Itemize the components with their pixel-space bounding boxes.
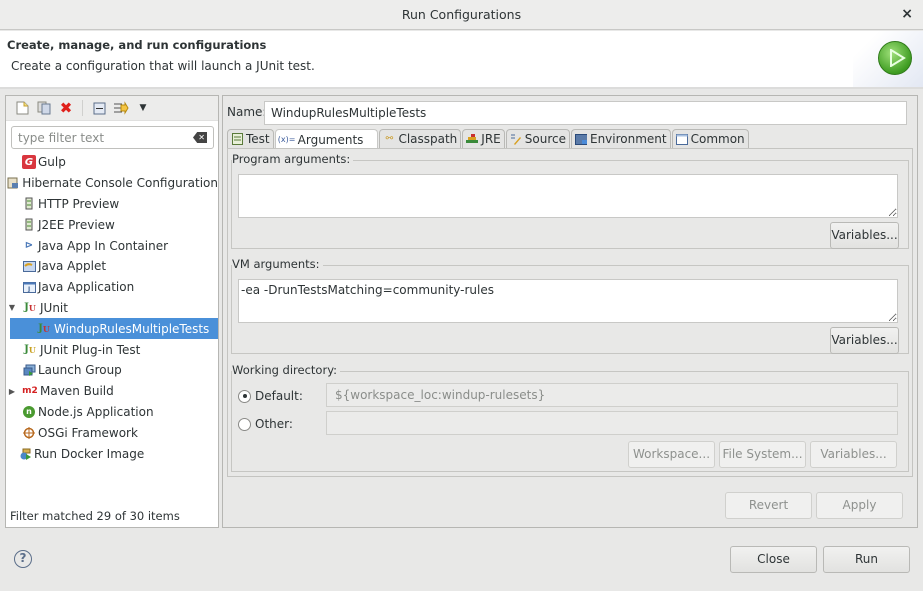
docker-icon — [18, 447, 32, 461]
default-radio[interactable] — [238, 389, 251, 403]
java-app-icon: J — [22, 280, 36, 294]
default-label: Default: — [255, 389, 303, 403]
name-input[interactable] — [264, 101, 907, 125]
duplicate-icon[interactable] — [36, 100, 52, 116]
header-description: Create a configuration that will launch … — [11, 59, 315, 73]
tree-item-gulp[interactable]: G Gulp — [6, 152, 218, 173]
applet-icon — [22, 259, 36, 273]
tab-common[interactable]: Common — [671, 129, 749, 148]
svg-text:J: J — [27, 286, 30, 293]
other-directory-option[interactable]: Other: — [238, 417, 293, 431]
tree-item-junit[interactable]: ▼ J U JUnit — [6, 298, 218, 319]
config-tabs: Test (x)= Arguments ⚯ Classpath JRE Source… — [227, 129, 750, 149]
junit-plugin-icon: JU — [24, 344, 36, 356]
hibernate-icon — [6, 176, 20, 190]
title-bar: Run Configurations × — [0, 0, 923, 30]
workspace-button[interactable]: Workspace... — [628, 441, 715, 468]
junit-icon: JU — [24, 302, 36, 314]
clear-filter-icon[interactable]: ✕ — [193, 132, 207, 143]
server-icon — [22, 197, 36, 211]
tree-item-hibernate[interactable]: Hibernate Console Configuration — [6, 173, 218, 194]
run-icon — [878, 41, 912, 75]
toolbar-separator — [82, 100, 83, 116]
tab-arguments[interactable]: (x)= Arguments — [274, 129, 379, 149]
config-toolbar: ✖ ▼ — [6, 96, 218, 121]
tree-item-junit-plugin-test[interactable]: J U JUnit Plug-in Test — [6, 339, 218, 360]
collapse-icon[interactable] — [91, 100, 107, 116]
configuration-list-panel: ✖ ▼ ✕ GGulp Hibernate Console Configurat… — [5, 95, 219, 528]
run-button[interactable]: Run — [823, 546, 910, 573]
java-container-icon: ⊳ — [24, 240, 34, 252]
tab-source[interactable]: Source — [505, 129, 570, 148]
program-arguments-label: Program arguments: — [232, 152, 354, 166]
dropdown-icon[interactable]: ▼ — [135, 100, 151, 116]
osgi-icon — [22, 426, 36, 440]
server-icon — [22, 218, 36, 232]
tree-item-j2ee-preview[interactable]: J2EE Preview — [6, 214, 218, 235]
vm-arguments-input[interactable]: -ea -DrunTestsMatching=community-rules — [238, 279, 898, 323]
dialog-header: Create, manage, and run configurations C… — [0, 31, 923, 89]
tree-item-maven-build[interactable]: ▶ m2 Maven Build — [6, 381, 218, 402]
configuration-editor-panel: Name: Test (x)=Arguments ⚯Classpath JRE … — [222, 95, 918, 528]
tab-classpath[interactable]: ⚯ Classpath — [379, 129, 462, 148]
filter-input[interactable] — [12, 127, 187, 148]
tree-item-osgi-framework[interactable]: OSGi Framework — [6, 422, 218, 443]
tree-item-java-app-in-container[interactable]: ⊳ Java App In Container — [6, 235, 218, 256]
filter-status: Filter matched 29 of 30 items — [10, 509, 180, 523]
jre-icon — [466, 133, 479, 145]
apply-button[interactable]: Apply — [816, 492, 903, 519]
expand-arrow-icon[interactable]: ▼ — [6, 303, 18, 312]
delete-icon[interactable]: ✖ — [58, 99, 74, 117]
tab-jre[interactable]: JRE — [462, 129, 505, 148]
help-icon[interactable]: ? — [14, 550, 32, 568]
program-arguments-input[interactable] — [238, 174, 898, 218]
nodejs-icon: n — [22, 405, 36, 419]
default-directory-option[interactable]: Default: — [238, 389, 303, 403]
tree-item-http-preview[interactable]: HTTP Preview — [6, 194, 218, 215]
tab-environment[interactable]: Environment — [570, 129, 671, 148]
file-system-button[interactable]: File System... — [719, 441, 806, 468]
tree-item-java-application[interactable]: J Java Application — [6, 277, 218, 298]
vm-arguments-group: VM arguments: -ea -DrunTestsMatching=com… — [231, 257, 909, 354]
classpath-icon: ⚯ — [385, 134, 394, 144]
vm-variables-button[interactable]: Variables... — [830, 327, 899, 354]
tab-test[interactable]: Test — [227, 129, 274, 148]
program-arguments-group: Program arguments: Variables... — [231, 152, 909, 249]
other-label: Other: — [255, 417, 293, 431]
junit-icon: JU — [38, 323, 50, 335]
default-directory-field: ${workspace_loc:windup-rulesets} — [326, 383, 898, 407]
revert-button[interactable]: Revert — [725, 492, 812, 519]
close-icon[interactable]: × — [901, 6, 913, 22]
filter-field: ✕ — [11, 126, 214, 149]
gulp-icon: G — [22, 155, 36, 170]
tree-item-java-applet[interactable]: Java Applet — [6, 256, 218, 277]
collapsed-arrow-icon[interactable]: ▶ — [6, 387, 18, 396]
configuration-tree: G Gulp Hibernate Console Configuration HT… — [6, 152, 218, 464]
tree-item-windup-rules-multiple-tests[interactable]: J U WindupRulesMultipleTests — [10, 318, 218, 340]
tree-item-run-docker-image[interactable]: Run Docker Image — [6, 443, 218, 464]
close-button[interactable]: Close — [730, 546, 817, 573]
environment-icon — [574, 133, 587, 145]
other-radio[interactable] — [238, 417, 251, 431]
working-dir-variables-button[interactable]: Variables... — [810, 441, 897, 468]
arguments-tab-panel: Program arguments: Variables... VM argum… — [227, 148, 913, 477]
new-file-icon[interactable] — [14, 100, 30, 116]
common-icon — [675, 133, 688, 145]
test-icon — [231, 133, 243, 145]
working-directory-label: Working directory: — [232, 363, 341, 377]
window-title: Run Configurations — [401, 7, 522, 22]
other-directory-field[interactable] — [326, 411, 898, 435]
filter-icon[interactable] — [113, 100, 129, 116]
launch-group-icon — [22, 363, 36, 377]
arguments-icon: (x)= — [277, 135, 296, 144]
program-variables-button[interactable]: Variables... — [830, 222, 899, 249]
source-icon — [510, 133, 522, 145]
working-directory-group: Working directory: Default: ${workspace_… — [231, 363, 909, 472]
vm-arguments-label: VM arguments: — [232, 257, 323, 271]
header-title: Create, manage, and run configurations — [7, 38, 267, 52]
tree-item-nodejs-application[interactable]: n Node.js Application — [6, 402, 218, 423]
tree-item-launch-group[interactable]: Launch Group — [6, 360, 218, 381]
name-label: Name: — [227, 105, 267, 119]
maven-icon: m2 — [22, 386, 38, 397]
